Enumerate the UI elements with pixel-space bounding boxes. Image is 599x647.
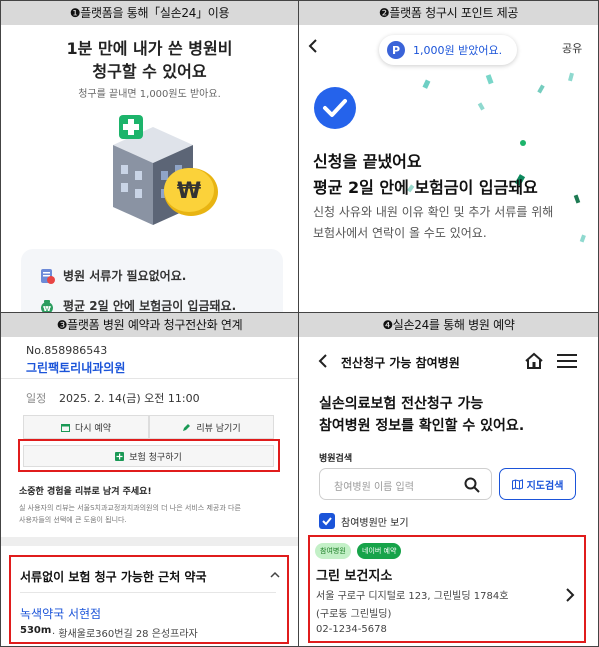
caption-3: ❸플랫폼 병원 예약과 청구전산화 연계 [1, 313, 298, 337]
highlight-claim-button [18, 439, 280, 472]
checkbox-label: 참여병원만 보기 [341, 517, 409, 529]
svg-text:₩: ₩ [43, 305, 51, 313]
back-arrow-icon[interactable] [317, 354, 329, 368]
calendar-icon [61, 423, 70, 432]
check-circle-icon [314, 87, 356, 129]
intro-subtitle: 청구를 끝내면 1,000원도 받아요. [78, 89, 221, 100]
rebook-button[interactable]: 다시 예약 [23, 415, 149, 439]
coin-icon: ₩ [164, 168, 218, 216]
section-spacer [1, 537, 298, 546]
participating-only-checkbox[interactable]: 참여병원만 보기 [319, 513, 409, 529]
caption-2: ❷플랫폼 청구시 포인트 제공 [299, 1, 598, 25]
checkbox-icon[interactable] [319, 513, 335, 529]
search-placeholder: 참여병원 이름 입력 [334, 482, 414, 493]
benefit-row-payout-label: 평균 2일 안에 보험금이 입금돼요. [63, 299, 237, 312]
booking-number: No.858986543 [26, 344, 108, 357]
nav-title: 전산청구 가능 참여병원 [341, 356, 460, 370]
date-value: 2025. 2. 14(금) 오전 11:00 [59, 392, 200, 405]
panel-platform-intro: 1분 만에 내가 쓴 병원비 청구할 수 있어요 청구를 끝내면 1,000원도… [1, 25, 298, 312]
highlight-hospital-card [308, 535, 586, 643]
search-label: 병원검색 [319, 454, 353, 464]
panel-claim-complete: P 1,000원 받았어요. 공유 신청을 끝냈어요 평균 2일 안에 보험금이… [299, 25, 598, 312]
complete-desc-line1: 신청 사유와 내원 이유 확인 및 추가 서류를 위해 [313, 205, 554, 219]
review-prompt-desc-line1: 실 사용자의 리뷰는 서울S치과교정과치과의원의 더 나은 서비스 제공과 다른 [19, 504, 241, 512]
benefit-row-documents-label: 병원 서류가 필요없어요. [63, 269, 187, 283]
svg-text:₩: ₩ [177, 179, 201, 204]
search-heading-line2: 참여병원 정보를 확인할 수 있어요. [319, 418, 525, 434]
menu-icon[interactable] [557, 353, 577, 369]
hospital-search-input[interactable]: 참여병원 이름 입력 [319, 468, 492, 500]
map-search-button[interactable]: 지도검색 [499, 468, 576, 500]
map-search-label: 지도검색 [526, 480, 564, 492]
caption-1: ❶플랫폼을 통해「실손24」이용 [1, 1, 298, 25]
intro-title-line1: 1분 만에 내가 쓴 병원비 [66, 39, 233, 58]
intro-title-line2: 청구할 수 있어요 [92, 62, 207, 81]
search-icon[interactable] [464, 477, 480, 493]
complete-desc-line2: 보험사에서 연락이 올 수도 있어요. [313, 226, 487, 240]
panel-hospital-search: 전산청구 가능 참여병원 실손의료보험 전산청구 가능 참여병원 정보를 확인할… [299, 337, 598, 646]
review-button[interactable]: 리뷰 남기기 [149, 415, 274, 439]
benefit-card: 병원 서류가 필요없어요. ₩ 평균 2일 안에 보험금이 입금돼요. [21, 249, 283, 312]
home-icon[interactable] [524, 352, 544, 370]
money-bag-icon: ₩ [41, 299, 53, 313]
complete-heading-line2: 평균 2일 안에 보험금이 입금돼요 [313, 178, 538, 197]
panel-booking-claim: No.858986543 그린팩토리내과의원 일정 2025. 2. 14(금)… [1, 337, 298, 646]
review-prompt-desc-line2: 사용자들의 선택에 큰 도움이 됩니다. [19, 516, 127, 524]
pencil-icon [183, 423, 191, 431]
search-heading-line1: 실손의료보험 전산청구 가능 [319, 396, 484, 412]
divider [1, 378, 298, 379]
caption-4: ❹실손24를 통해 병원 예약 [299, 313, 598, 337]
date-label: 일정 [26, 392, 47, 405]
map-icon [511, 478, 523, 490]
clinic-name[interactable]: 그린팩토리내과의원 [26, 359, 125, 376]
review-label: 리뷰 남기기 [196, 423, 241, 434]
highlight-pharmacy-section [9, 555, 289, 644]
complete-heading-line1: 신청을 끝냈어요 [313, 152, 422, 171]
document-icon [41, 268, 55, 284]
review-prompt-title: 소중한 경험을 리뷰로 남겨 주세요! [19, 487, 152, 497]
benefit-row-documents: 병원 서류가 필요없어요. [39, 267, 186, 284]
benefit-row-payout: ₩ 평균 2일 안에 보험금이 입금돼요. [39, 297, 236, 312]
rebook-label: 다시 예약 [75, 423, 111, 434]
